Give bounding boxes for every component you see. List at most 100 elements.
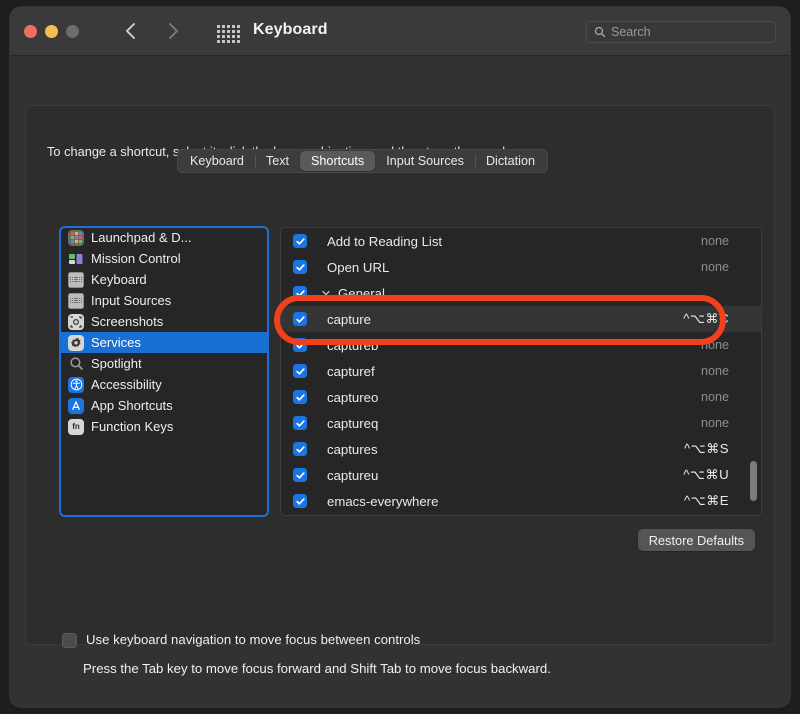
row-checkbox[interactable] <box>293 494 307 508</box>
shortcut-category-list[interactable]: Launchpad & D... Mission Control Keyboard I… <box>59 226 269 517</box>
shortcut-key-combination[interactable]: none <box>701 260 729 274</box>
keyboard-navigation-description: Press the Tab key to move focus forward … <box>83 661 551 676</box>
shortcut-key-combination[interactable]: none <box>701 338 729 352</box>
shortcut-key-combination[interactable]: none <box>701 390 729 404</box>
shortcut-row[interactable]: captureq none <box>281 410 761 436</box>
shortcut-key-combination[interactable]: ^⌥⌘U <box>683 467 729 483</box>
minimize-button[interactable] <box>45 25 58 38</box>
shortcut-name: captureb <box>327 337 379 353</box>
shortcut-row[interactable]: captureu ^⌥⌘U <box>281 462 761 488</box>
shortcut-key-combination[interactable]: none <box>701 364 729 378</box>
shortcut-name: Add to Reading List <box>327 233 443 249</box>
shortcut-name: capture <box>327 311 371 327</box>
navigation-arrows <box>120 19 184 43</box>
shortcut-name-cell: emacs-everywhere <box>327 494 684 509</box>
row-checkbox[interactable] <box>293 338 307 352</box>
forward-button[interactable] <box>162 19 184 43</box>
shortcut-key-combination[interactable]: none <box>701 234 729 248</box>
shortcut-name: captureq <box>327 415 379 431</box>
sidebar-item-accessibility[interactable]: Accessibility <box>60 374 268 395</box>
shortcut-key-combination[interactable]: ^⌥⌘E <box>684 493 729 509</box>
search-icon <box>594 26 606 38</box>
sidebar-item-label: Services <box>91 335 141 350</box>
shortcut-name-cell: captureo <box>327 390 701 405</box>
sidebar-item-screenshots[interactable]: Screenshots <box>60 311 268 332</box>
checkbox-cell <box>281 390 327 404</box>
tab-dictation[interactable]: Dictation <box>474 151 546 171</box>
shortcut-row[interactable]: capturef none <box>281 358 761 384</box>
shortcut-name: Open URL <box>327 259 390 275</box>
scrollbar-thumb[interactable] <box>750 461 757 501</box>
shortcut-key-combination[interactable]: none <box>701 416 729 430</box>
shortcut-row[interactable]: Add to Reading List none <box>281 228 761 254</box>
close-button[interactable] <box>24 25 37 38</box>
shortcut-group-row[interactable]: General <box>281 280 761 306</box>
function-keys-icon: fn <box>68 418 84 435</box>
row-checkbox[interactable] <box>293 416 307 430</box>
shortcut-row[interactable]: captureb none <box>281 332 761 358</box>
shortcut-name: emacs-everywhere <box>327 493 439 509</box>
services-gear-icon <box>68 334 84 351</box>
shortcut-list-scrollbar[interactable] <box>749 232 757 511</box>
sidebar-item-label: Launchpad & D... <box>91 230 192 245</box>
checkbox-cell <box>281 312 327 326</box>
chevron-down-icon[interactable] <box>321 288 331 298</box>
window-body: Keyboard Text Shortcuts Input Sources Dictat… <box>10 56 790 707</box>
spotlight-icon <box>68 356 84 372</box>
title-bar: Keyboard Search <box>10 7 790 56</box>
sidebar-item-input-sources[interactable]: Input Sources <box>60 290 268 311</box>
shortcut-name: captureu <box>327 467 379 483</box>
shortcut-row[interactable]: Open URL none <box>281 254 761 280</box>
checkbox-cell <box>281 234 327 248</box>
shortcut-row[interactable]: captureo none <box>281 384 761 410</box>
row-checkbox[interactable] <box>293 390 307 404</box>
checkbox-cell <box>281 260 327 274</box>
row-checkbox[interactable] <box>293 468 307 482</box>
zoom-button[interactable] <box>66 25 79 38</box>
grid-apps-icon[interactable] <box>217 25 240 43</box>
shortcut-row[interactable]: capture ^⌥⌘C <box>281 306 761 332</box>
keyboard-icon <box>68 271 84 288</box>
row-checkbox[interactable] <box>293 442 307 456</box>
tab-bar: Keyboard Text Shortcuts Input Sources Dictat… <box>177 149 548 173</box>
shortcut-row[interactable]: captures ^⌥⌘S <box>281 436 761 462</box>
sidebar-item-spotlight[interactable]: Spotlight <box>60 353 268 374</box>
shortcut-key-combination[interactable]: ^⌥⌘C <box>683 311 729 327</box>
shortcut-key-combination[interactable]: ^⌥⌘S <box>684 441 729 457</box>
tab-keyboard[interactable]: Keyboard <box>179 151 255 171</box>
tab-input-sources[interactable]: Input Sources <box>375 151 475 171</box>
search-placeholder: Search <box>611 25 651 39</box>
shortcut-list[interactable]: Add to Reading List none Open URL none Gener… <box>280 227 762 516</box>
sidebar-item-app-shortcuts[interactable]: App Shortcuts <box>60 395 268 416</box>
sidebar-item-services[interactable]: Services <box>60 332 268 353</box>
row-checkbox[interactable] <box>293 286 307 300</box>
row-checkbox[interactable] <box>293 260 307 274</box>
tab-shortcuts[interactable]: Shortcuts <box>300 151 376 171</box>
keyboard-navigation-checkbox[interactable] <box>62 633 77 648</box>
sidebar-item-launchpad-d[interactable]: Launchpad & D... <box>60 227 268 248</box>
checkbox-cell <box>281 416 327 430</box>
shortcut-name: capturef <box>327 363 375 379</box>
sidebar-item-function-keys[interactable]: fn Function Keys <box>60 416 268 437</box>
search-input[interactable]: Search <box>586 21 776 43</box>
row-checkbox[interactable] <box>293 364 307 378</box>
input-sources-icon <box>68 292 84 309</box>
shortcut-name-cell: captureb <box>327 338 701 353</box>
tab-text[interactable]: Text <box>254 151 300 171</box>
sidebar-item-mission-control[interactable]: Mission Control <box>60 248 268 269</box>
row-checkbox[interactable] <box>293 234 307 248</box>
shortcut-name: captures <box>327 441 378 457</box>
app-store-icon <box>68 397 84 414</box>
restore-defaults-button[interactable]: Restore Defaults <box>637 529 755 551</box>
checkbox-cell <box>281 442 327 456</box>
checkbox-cell <box>281 468 327 482</box>
back-button[interactable] <box>120 19 142 43</box>
sidebar-item-keyboard[interactable]: Keyboard <box>60 269 268 290</box>
sidebar-item-label: Input Sources <box>91 293 172 308</box>
accessibility-icon <box>68 376 84 393</box>
screenshots-icon <box>68 313 84 330</box>
shortcut-row[interactable]: emacs-everywhere ^⌥⌘E <box>281 488 761 514</box>
row-checkbox[interactable] <box>293 312 307 326</box>
sidebar-item-label: Spotlight <box>91 356 142 371</box>
shortcut-name-cell: captures <box>327 442 684 457</box>
